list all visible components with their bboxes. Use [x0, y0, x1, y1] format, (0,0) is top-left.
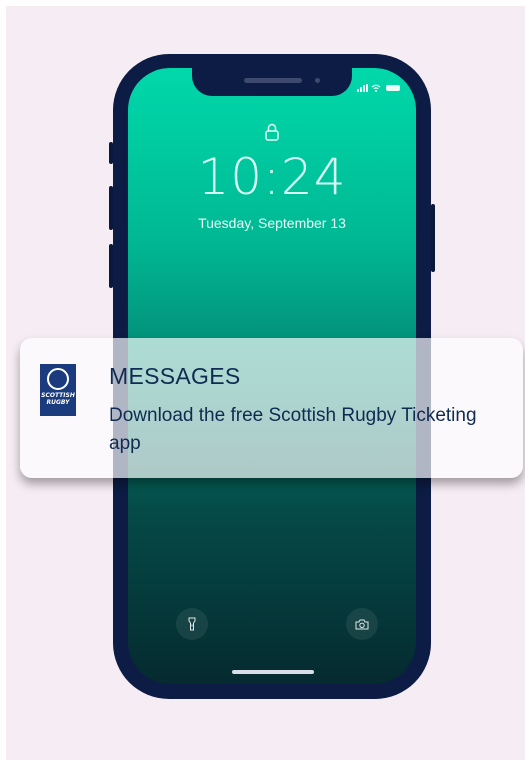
scottish-rugby-logo: SCOTTISH RUGBY — [40, 364, 76, 416]
flashlight-icon — [188, 617, 196, 631]
camera-icon — [355, 619, 369, 629]
thistle-emblem-icon — [47, 368, 69, 390]
status-bar — [357, 84, 400, 92]
phone-silent-switch — [109, 142, 113, 164]
flashlight-button[interactable] — [176, 608, 208, 640]
lock-screen-date: Tuesday, September 13 — [198, 215, 346, 231]
speaker-grille — [244, 78, 302, 83]
battery-icon — [386, 85, 400, 91]
notification-body: Download the free Scottish Rugby Ticketi… — [109, 405, 477, 454]
camera-button[interactable] — [346, 608, 378, 640]
front-camera — [315, 78, 320, 83]
push-notification[interactable]: SCOTTISH RUGBY MESSAGES Download the fre… — [20, 338, 523, 478]
phone-volume-down-button — [109, 244, 113, 288]
phone-power-button — [431, 204, 435, 272]
phone-volume-up-button — [109, 186, 113, 230]
home-indicator[interactable] — [232, 670, 314, 674]
wifi-icon — [371, 84, 381, 92]
lock-icon — [265, 123, 279, 141]
logo-text: SCOTTISH RUGBY — [41, 392, 75, 406]
signal-icon — [357, 84, 368, 92]
lock-screen-time: 10:24 — [197, 148, 347, 206]
notch — [192, 68, 352, 96]
notification-title: MESSAGES — [109, 363, 241, 389]
